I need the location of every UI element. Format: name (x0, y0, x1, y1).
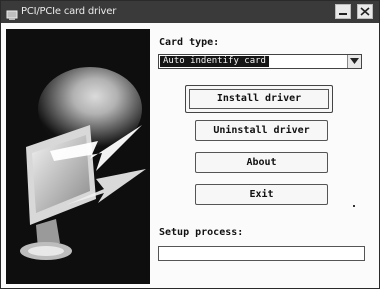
card-type-value: Auto indentify card (160, 56, 269, 67)
monitor-illustration (6, 29, 150, 284)
window-title: PCI/PCIe card driver (21, 6, 117, 17)
close-icon[interactable] (357, 4, 373, 19)
exit-button[interactable]: Exit (195, 184, 328, 205)
setup-progress-bar (158, 246, 365, 261)
dropdown-arrow-icon[interactable] (347, 55, 361, 68)
title-bar[interactable]: PCI/PCIe card driver (1, 1, 379, 23)
about-button[interactable]: About (195, 152, 328, 173)
uninstall-driver-button[interactable]: Uninstall driver (195, 120, 328, 141)
card-type-label: Card type: (159, 37, 220, 48)
card-type-select[interactable]: Auto indentify card (158, 54, 362, 69)
app-icon (6, 6, 18, 20)
setup-process-label: Setup process: (159, 227, 244, 238)
installer-window: PCI/PCIe card driver Card type: Auto ind… (0, 0, 380, 289)
decorative-dot (353, 205, 355, 207)
minimize-icon[interactable] (335, 4, 351, 19)
install-driver-button[interactable]: Install driver (185, 85, 333, 113)
